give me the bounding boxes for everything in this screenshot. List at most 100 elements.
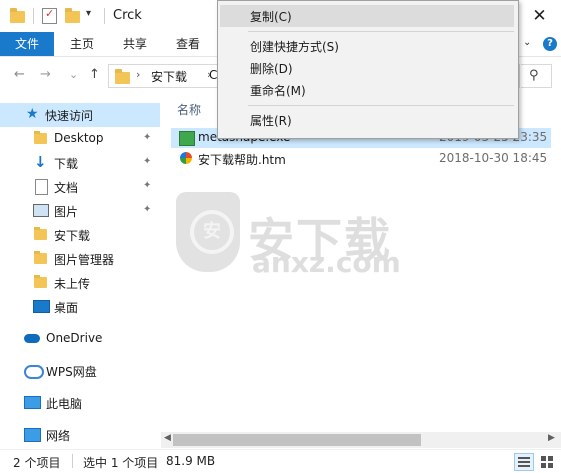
nav-item-anxz[interactable]: 安下载 bbox=[0, 223, 160, 247]
folder-icon bbox=[10, 8, 25, 23]
menu-item-properties[interactable]: 属性(R) bbox=[220, 109, 514, 131]
nav-item-image-manager[interactable]: 图片管理器 bbox=[0, 247, 160, 271]
watermark-url: anxz.com bbox=[252, 246, 401, 279]
nav-item-label: Desktop bbox=[54, 131, 104, 145]
nav-item-label: 桌面 bbox=[54, 301, 79, 315]
folder-icon bbox=[115, 69, 130, 84]
folder-icon bbox=[34, 275, 47, 288]
tab-share[interactable]: 共享 bbox=[123, 32, 147, 56]
nav-item-desktop-cn[interactable]: 桌面 bbox=[0, 295, 160, 319]
nav-item-desktop[interactable]: Desktop ✦ bbox=[0, 127, 160, 151]
browser-icon bbox=[180, 152, 192, 164]
nav-item-pictures[interactable]: 图片 ✦ bbox=[0, 199, 160, 223]
network-icon bbox=[24, 428, 41, 442]
search-icon: ⚲ bbox=[529, 68, 539, 83]
pin-icon: ✦ bbox=[143, 180, 152, 191]
up-button[interactable]: ↑ bbox=[89, 67, 100, 82]
divider bbox=[33, 8, 34, 24]
nav-item-label: 快速访问 bbox=[45, 109, 94, 123]
tab-file[interactable]: 文件 bbox=[0, 32, 54, 56]
menu-item-copy[interactable]: 复制(C) bbox=[220, 5, 514, 27]
nav-item-label: 网络 bbox=[46, 429, 71, 443]
scrollbar-thumb[interactable] bbox=[173, 434, 421, 446]
selection-count: 选中 1 个项目 bbox=[83, 456, 159, 470]
horizontal-scrollbar[interactable]: ◀ ▶ bbox=[161, 432, 561, 448]
nav-item-not-uploaded[interactable]: 未上传 bbox=[0, 271, 160, 295]
menu-item-rename[interactable]: 重命名(M) bbox=[220, 79, 514, 101]
column-header-name[interactable]: 名称 bbox=[177, 101, 201, 118]
recent-locations-button[interactable]: ⌄ bbox=[69, 68, 78, 81]
nav-item-label: WPS网盘 bbox=[46, 365, 97, 379]
nav-item-quick-access[interactable]: ★ 快速访问 bbox=[0, 103, 160, 127]
menu-separator bbox=[248, 105, 514, 106]
forward-button[interactable]: → bbox=[40, 67, 51, 82]
menu-item-delete[interactable]: 删除(D) bbox=[220, 57, 514, 79]
large-icons-view-icon[interactable] bbox=[538, 453, 556, 469]
nav-item-label: 下载 bbox=[54, 157, 79, 171]
navigation-pane: ★ 快速访问 Desktop ✦ ↓ 下载 ✦ 文档 ✦ 图片 ✦ 安下载 图片… bbox=[0, 96, 160, 448]
menu-item-label: 删除(D) bbox=[250, 62, 293, 76]
file-name: 安下载帮助.htm bbox=[198, 153, 286, 167]
folder-icon bbox=[34, 227, 47, 240]
status-bar: 2 个项目 选中 1 个项目 81.9 MB bbox=[0, 449, 561, 473]
watermark-shield-char: 安 bbox=[190, 210, 234, 254]
pin-icon: ✦ bbox=[143, 132, 152, 143]
item-count: 2 个项目 bbox=[13, 456, 61, 470]
scroll-right-icon[interactable]: ▶ bbox=[548, 433, 555, 443]
search-input[interactable]: ⚲ bbox=[521, 64, 552, 88]
nav-item-label: 文档 bbox=[54, 181, 79, 195]
nav-item-label: 此电脑 bbox=[46, 397, 83, 411]
menu-item-label: 属性(R) bbox=[250, 114, 292, 128]
divider bbox=[104, 8, 105, 24]
nav-item-label: OneDrive bbox=[46, 331, 103, 345]
context-menu: 复制(C) 创建快捷方式(S) 删除(D) 重命名(M) 属性(R) bbox=[217, 0, 519, 139]
details-view-icon[interactable] bbox=[514, 453, 534, 471]
nav-item-label: 未上传 bbox=[54, 277, 91, 291]
window-title: Crck bbox=[113, 8, 142, 23]
wps-cloud-icon bbox=[24, 365, 44, 379]
cloud-icon bbox=[24, 334, 40, 343]
nav-item-onedrive[interactable]: OneDrive bbox=[0, 327, 160, 351]
picture-icon bbox=[33, 204, 49, 217]
folder-icon bbox=[34, 251, 47, 264]
watermark-shield-icon: 安 bbox=[176, 192, 240, 272]
desktop-icon bbox=[33, 300, 50, 313]
menu-item-label: 创建快捷方式(S) bbox=[250, 40, 339, 54]
customize-toolbar-icon[interactable]: ▾ bbox=[86, 8, 91, 19]
nav-item-wps[interactable]: WPS网盘 bbox=[0, 359, 160, 383]
back-button[interactable]: ← bbox=[14, 67, 25, 82]
menu-item-label: 重命名(M) bbox=[250, 84, 306, 98]
nav-item-label: 图片管理器 bbox=[54, 253, 115, 267]
nav-item-network[interactable]: 网络 bbox=[0, 423, 160, 447]
menu-item-label: 复制(C) bbox=[250, 10, 292, 24]
menu-item-create-shortcut[interactable]: 创建快捷方式(S) bbox=[220, 35, 514, 57]
pin-icon: ✦ bbox=[143, 204, 152, 215]
nav-item-downloads[interactable]: ↓ 下载 ✦ bbox=[0, 151, 160, 175]
nav-item-label: 图片 bbox=[54, 205, 79, 219]
folder-icon bbox=[34, 131, 47, 144]
tab-home[interactable]: 主页 bbox=[70, 32, 94, 56]
breadcrumb[interactable]: 安下载 bbox=[151, 68, 187, 85]
nav-item-documents[interactable]: 文档 ✦ bbox=[0, 175, 160, 199]
close-button[interactable]: ✕ bbox=[518, 2, 561, 30]
tab-view[interactable]: 查看 bbox=[176, 32, 200, 56]
nav-item-this-pc[interactable]: 此电脑 bbox=[0, 391, 160, 415]
chevron-down-icon[interactable]: ⌄ bbox=[523, 37, 531, 48]
new-folder-icon[interactable] bbox=[65, 8, 80, 23]
document-icon bbox=[35, 179, 48, 195]
divider bbox=[72, 454, 73, 468]
nav-item-label: 安下载 bbox=[54, 229, 91, 243]
breadcrumb-separator-icon[interactable]: › bbox=[136, 68, 140, 81]
exe-icon bbox=[179, 131, 195, 146]
file-row[interactable]: 安下载帮助.htm 2018-10-30 18:45 bbox=[171, 149, 551, 169]
pin-icon: ✦ bbox=[143, 156, 152, 167]
computer-icon bbox=[24, 396, 41, 409]
help-icon[interactable]: ? bbox=[543, 37, 557, 51]
star-icon: ★ bbox=[26, 106, 39, 122]
file-date: 2018-10-30 18:45 bbox=[439, 151, 548, 165]
scroll-left-icon[interactable]: ◀ bbox=[164, 433, 171, 443]
selection-size: 81.9 MB bbox=[166, 454, 216, 468]
menu-separator bbox=[248, 31, 514, 32]
download-icon: ↓ bbox=[34, 153, 47, 171]
properties-icon[interactable]: ✓ bbox=[42, 7, 57, 24]
